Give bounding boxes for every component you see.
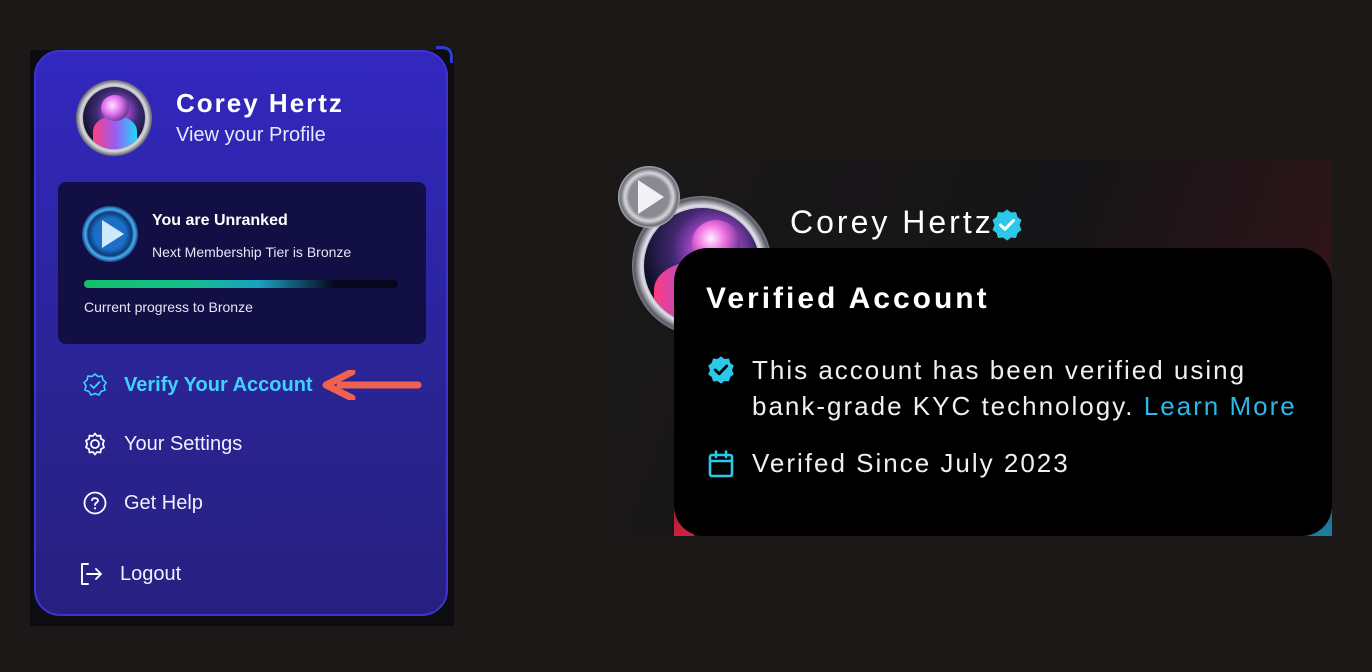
help-circle-icon bbox=[83, 491, 107, 515]
tier-progress-fill bbox=[84, 280, 336, 288]
corner-accent bbox=[436, 46, 453, 63]
help-label: Get Help bbox=[124, 491, 203, 514]
logout-menu-item[interactable]: Logout bbox=[78, 561, 181, 587]
logout-label: Logout bbox=[120, 562, 182, 585]
help-menu-item[interactable]: Get Help bbox=[82, 490, 203, 516]
avatar-image bbox=[83, 87, 145, 149]
calendar-icon bbox=[708, 449, 734, 477]
verify-badge-icon bbox=[82, 372, 108, 396]
annotation-arrow-icon bbox=[322, 370, 422, 400]
learn-more-link[interactable]: Learn More bbox=[1144, 391, 1297, 421]
view-profile-link[interactable]: View your Profile bbox=[176, 124, 326, 147]
verified-since-text: Verifed Since July 2023 bbox=[752, 448, 1070, 478]
tooltip-title: Verified Account bbox=[706, 282, 990, 315]
rank-card: You are Unranked Next Membership Tier is… bbox=[58, 182, 426, 344]
verification-description: This account has been verified using ban… bbox=[752, 352, 1316, 424]
settings-label: Your Settings bbox=[124, 432, 243, 455]
progress-label: Current progress to Bronze bbox=[84, 299, 253, 315]
user-name: Corey Hertz bbox=[176, 88, 344, 118]
profile-user-name: Corey Hertz bbox=[790, 204, 994, 240]
avatar[interactable] bbox=[76, 80, 152, 156]
rank-badge-icon bbox=[82, 206, 138, 262]
tier-badge-icon bbox=[618, 166, 680, 228]
verified-since-row: Verifed Since July 2023 bbox=[706, 448, 1070, 479]
account-menu: Corey Hertz View your Profile You are Un… bbox=[34, 50, 448, 616]
verified-account-tooltip: Verified Account This account has been v… bbox=[674, 248, 1332, 536]
verified-check-icon bbox=[708, 356, 734, 384]
tier-progress-bar bbox=[84, 280, 398, 288]
settings-menu-item[interactable]: Your Settings bbox=[82, 431, 242, 457]
logout-icon bbox=[81, 563, 102, 585]
verify-account-menu-item[interactable]: Verify Your Account bbox=[82, 372, 313, 398]
next-tier-text: Next Membership Tier is Bronze bbox=[152, 244, 352, 260]
rank-title: You are Unranked bbox=[152, 212, 288, 229]
gear-icon bbox=[85, 432, 105, 456]
verify-account-label: Verify Your Account bbox=[124, 373, 313, 396]
verification-description-row: This account has been verified using ban… bbox=[706, 352, 1316, 424]
verified-check-icon[interactable] bbox=[990, 208, 1024, 242]
